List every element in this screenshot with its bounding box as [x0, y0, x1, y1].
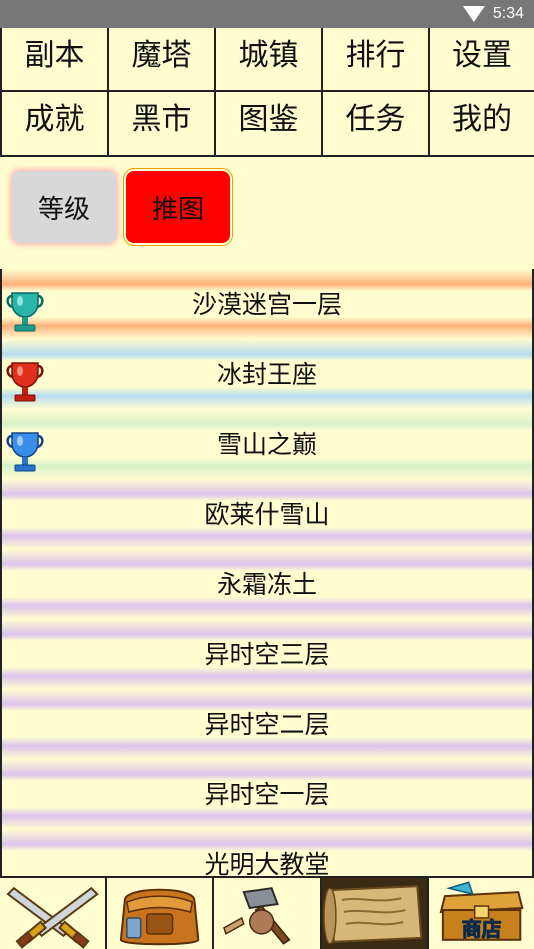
nav-crafting-button[interactable] — [214, 878, 320, 949]
level-item[interactable]: 冰封王座 — [2, 339, 532, 409]
nav-shop-button[interactable]: 商店 — [428, 878, 534, 949]
level-name: 欧莱什雪山 — [204, 500, 330, 529]
teal-trophy-icon — [6, 292, 44, 332]
level-mode-button[interactable]: 等级 — [12, 171, 116, 243]
level-name: 异时空三层 — [204, 640, 330, 669]
level-name: 永霜冻土 — [216, 570, 317, 599]
status-bar: 5:34 — [0, 0, 534, 28]
bottom-nav-bar: 商店 — [0, 876, 534, 949]
menu-codex[interactable]: 图鉴 — [216, 92, 323, 157]
level-item[interactable]: 异时空三层 — [2, 619, 532, 689]
menu-town[interactable]: 城镇 — [216, 28, 323, 92]
level-item[interactable]: 永霜冻土 — [2, 549, 532, 619]
menu-dungeon[interactable]: 副本 — [2, 28, 109, 92]
scroll-map-icon — [322, 885, 422, 945]
backpack-icon — [120, 888, 200, 946]
level-item[interactable]: 欧莱什雪山 — [2, 479, 532, 549]
status-time: 5:34 — [492, 5, 524, 22]
shop-label: 商店 — [462, 918, 502, 941]
mode-selector: 等级 推图 — [0, 157, 534, 267]
shop-chest-icon: 商店 — [439, 881, 524, 941]
level-name: 冰封王座 — [216, 360, 317, 389]
main-menu-grid: 副本 魔塔 城镇 排行 设置 成就 黑市 图鉴 任务 我的 — [0, 28, 534, 157]
menu-profile[interactable]: 我的 — [430, 92, 534, 157]
level-name: 异时空一层 — [204, 780, 330, 809]
menu-ranking[interactable]: 排行 — [323, 28, 430, 92]
menu-black-market[interactable]: 黑市 — [109, 92, 216, 157]
nav-map-button[interactable] — [321, 878, 427, 949]
menu-magic-tower[interactable]: 魔塔 — [109, 28, 216, 92]
red-trophy-icon — [6, 362, 44, 402]
push-mode-button[interactable]: 推图 — [123, 168, 233, 246]
blue-trophy-icon — [6, 432, 44, 472]
wifi-icon — [462, 6, 485, 22]
menu-settings[interactable]: 设置 — [430, 28, 534, 92]
level-item[interactable]: 光明大教堂 — [2, 829, 532, 876]
level-name: 雪山之巅 — [216, 430, 317, 459]
crafting-hammer-icon — [223, 887, 291, 945]
level-item[interactable]: 雪山之巅 — [2, 409, 532, 479]
level-name: 异时空二层 — [204, 710, 330, 739]
menu-achievements[interactable]: 成就 — [2, 92, 109, 157]
nav-battle-button[interactable] — [0, 878, 106, 949]
level-name: 光明大教堂 — [204, 850, 330, 876]
level-list[interactable]: 沙漠迷宫一层 冰封王座 雪山之巅 欧莱什雪山 永霜冻土 异时空三层 异时空二层 … — [0, 269, 534, 876]
level-item[interactable]: 沙漠迷宫一层 — [2, 269, 532, 339]
level-name: 沙漠迷宫一层 — [191, 290, 342, 319]
level-item[interactable]: 异时空一层 — [2, 759, 532, 829]
level-item[interactable]: 异时空二层 — [2, 689, 532, 759]
crossed-swords-icon — [6, 886, 99, 949]
nav-backpack-button[interactable] — [107, 878, 213, 949]
menu-quests[interactable]: 任务 — [323, 92, 430, 157]
